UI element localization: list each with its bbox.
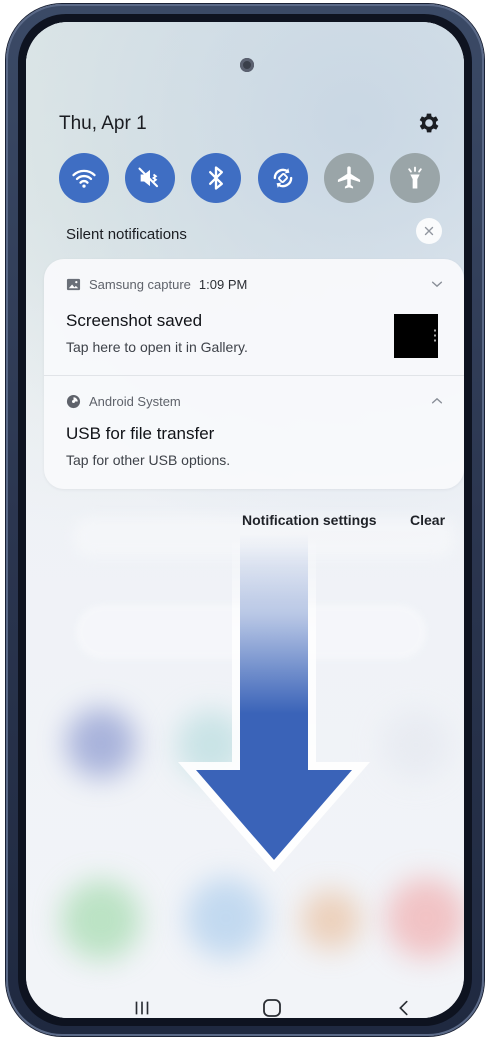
mute-icon — [138, 167, 159, 188]
phone-bezel: Thu, Apr 1 Silent notifications Samsung … — [18, 14, 472, 1026]
clear-button[interactable]: Clear — [410, 512, 445, 528]
settings-gear-icon[interactable] — [416, 110, 442, 136]
mute-toggle[interactable] — [125, 153, 175, 203]
notification-body: Tap here to open it in Gallery. — [66, 339, 248, 355]
notification-usb-transfer[interactable]: Android System USB for file transfer Tap… — [44, 375, 464, 490]
bluetooth-icon — [209, 166, 223, 190]
notification-app-row: Android System — [66, 392, 181, 410]
phone-screen: Thu, Apr 1 Silent notifications Samsung … — [26, 22, 464, 1018]
airplane-icon — [337, 166, 361, 189]
chevron-down-icon[interactable] — [430, 277, 444, 291]
notification-app-name: Android System — [89, 393, 181, 409]
android-system-icon — [66, 394, 81, 408]
chevron-up-icon[interactable] — [430, 394, 444, 408]
bluetooth-toggle[interactable] — [191, 153, 241, 203]
back-chevron-icon — [399, 1000, 408, 1016]
notification-card: Samsung capture 1:09 PM Screenshot saved… — [44, 259, 464, 489]
blurred-app-icon — [381, 710, 451, 780]
screenshot-thumbnail — [394, 314, 438, 358]
wifi-toggle[interactable] — [59, 153, 109, 203]
auto-rotate-toggle[interactable] — [258, 153, 308, 203]
phone-frame: Thu, Apr 1 Silent notifications Samsung … — [6, 4, 484, 1036]
back-button[interactable] — [384, 990, 424, 1018]
notification-settings-button[interactable]: Notification settings — [242, 512, 377, 528]
blurred-app-icon — [66, 708, 136, 778]
blurred-dock-icon — [301, 890, 361, 950]
blurred-dock-icon — [186, 878, 266, 958]
notification-app-row: Samsung capture 1:09 PM — [66, 275, 247, 293]
notification-body: Tap for other USB options. — [66, 452, 231, 468]
recent-apps-button[interactable] — [122, 990, 162, 1018]
home-button[interactable] — [252, 990, 292, 1018]
home-icon — [263, 999, 281, 1017]
front-camera — [240, 58, 254, 72]
notification-time: 1:09 PM — [198, 276, 248, 292]
wifi-icon — [72, 169, 96, 188]
quick-settings-toggles — [59, 153, 440, 203]
notification-app-name: Samsung capture — [89, 276, 191, 292]
recent-apps-icon — [135, 1001, 149, 1015]
blurred-dock-icon — [386, 878, 464, 958]
swipe-down-arrow — [178, 534, 370, 872]
status-date: Thu, Apr 1 — [59, 113, 147, 134]
notification-title: Screenshot saved — [66, 311, 203, 330]
auto-rotate-icon — [273, 168, 293, 188]
gallery-image-icon — [66, 278, 81, 290]
notification-screenshot-saved[interactable]: Samsung capture 1:09 PM Screenshot saved… — [44, 259, 464, 375]
notification-title: USB for file transfer — [66, 424, 215, 443]
flashlight-toggle[interactable] — [390, 153, 440, 203]
silent-notifications-label: Silent notifications — [66, 226, 187, 243]
flashlight-icon — [408, 166, 422, 189]
close-icon[interactable] — [416, 218, 442, 244]
thumbnail-dots — [434, 328, 436, 342]
blurred-dock-icon — [61, 880, 141, 960]
airplane-toggle[interactable] — [324, 153, 374, 203]
